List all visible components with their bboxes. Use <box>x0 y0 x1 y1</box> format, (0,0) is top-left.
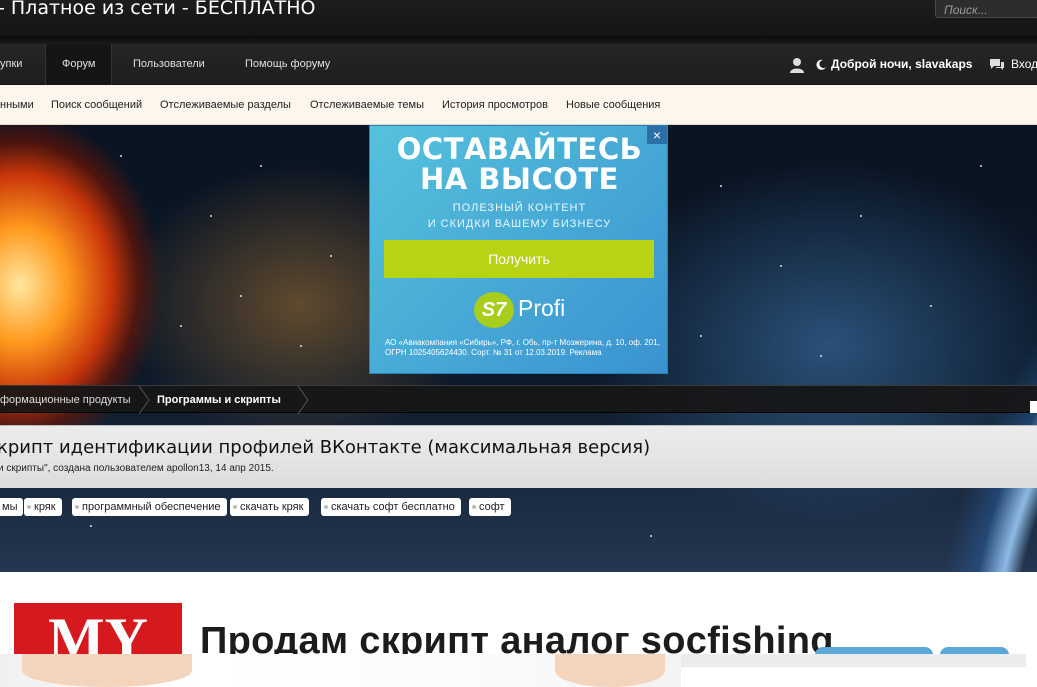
ad-headline-line1: ОСТАВАЙТЕСЬ <box>396 132 643 166</box>
photo-fragment <box>22 654 192 687</box>
subnav-watched-forums[interactable]: Отслеживаемые разделы <box>160 85 291 125</box>
tag[interactable]: скачать софт бесплатно <box>321 498 461 516</box>
breadcrumb-separator-icon <box>297 386 309 414</box>
ad-headline: ОСТАВАЙТЕСЬ НА ВЫСОТЕ <box>370 134 669 194</box>
ad-subtitle-line1: ПОЛЕЗНЫЙ КОНТЕНТ <box>452 202 587 214</box>
site-title[interactable]: - Платное из сети - БЕСПЛАТНО <box>0 0 316 19</box>
subnav-search-posts[interactable]: Поиск сообщений <box>51 85 142 125</box>
s7-logo-icon: S7 <box>474 292 514 328</box>
moon-icon <box>816 44 827 85</box>
subnav-new-posts[interactable]: Новые сообщения <box>566 85 660 125</box>
breadcrumb: формационные продукты Программы и скрипт… <box>0 385 1037 414</box>
main-nav: упки Форум Пользователи Помощь форуму До… <box>0 44 1037 85</box>
ad-subtitle-line2: И СКИДКИ ВАШЕМУ БИЗНЕСУ <box>427 218 612 230</box>
subnav-history[interactable]: История просмотров <box>442 85 548 125</box>
inbox-link[interactable]: Вход <box>1011 44 1037 85</box>
subnav-item[interactable]: нными <box>0 85 34 125</box>
search-input[interactable]: Поиск... <box>935 0 1037 18</box>
sub-nav: нными Поиск сообщений Отслеживаемые разд… <box>0 85 1037 125</box>
gray-strip <box>681 654 1026 667</box>
inbox-icon[interactable] <box>989 44 1005 85</box>
thread-meta: и скрипты", создана пользователем apollo… <box>0 463 274 474</box>
breadcrumb-separator-icon <box>138 386 150 414</box>
tag[interactable]: софт <box>469 498 511 516</box>
tab-forum[interactable]: Форум <box>45 44 113 85</box>
tab-users[interactable]: Пользователи <box>133 44 205 85</box>
ad-get-button[interactable]: Получить <box>384 240 654 278</box>
breadcrumb-end-marker <box>1030 401 1037 413</box>
photo-fragment <box>555 654 665 687</box>
ad-fine-print: АО «Авиакомпания «Сибирь», РФ, г. Обь, п… <box>385 338 660 357</box>
tab-purchases[interactable]: упки <box>0 44 22 85</box>
ad-subtitle: ПОЛЕЗНЫЙ КОНТЕНТ И СКИДКИ ВАШЕМУ БИЗНЕСУ <box>370 200 669 232</box>
ad-banner[interactable]: × ОСТАВАЙТЕСЬ НА ВЫСОТЕ ПОЛЕЗНЫЙ КОНТЕНТ… <box>369 125 668 374</box>
header-shade <box>0 36 1037 44</box>
greeting-link[interactable]: Доброй ночи, slavakaps <box>831 44 972 85</box>
site-header: - Платное из сети - БЕСПЛАТНО Поиск... <box>0 0 1037 36</box>
breadcrumb-current[interactable]: Программы и скрипты <box>157 386 281 414</box>
thread-title: крипт идентификации профилей ВКонтакте (… <box>0 437 651 458</box>
tab-help[interactable]: Помощь форуму <box>245 44 330 85</box>
tag[interactable]: программный обеспечение <box>72 498 227 516</box>
subnav-watched-threads[interactable]: Отслеживаемые темы <box>310 85 424 125</box>
user-icon[interactable] <box>789 44 805 85</box>
tag[interactable]: скачать кряк <box>230 498 310 516</box>
breadcrumb-item[interactable]: формационные продукты <box>0 386 131 414</box>
tag[interactable]: кряк <box>24 498 62 516</box>
ad-headline-line2: НА ВЫСОТЕ <box>420 162 619 196</box>
ad-logo-text: Profi <box>518 295 566 321</box>
tag[interactable]: мы <box>0 498 24 516</box>
